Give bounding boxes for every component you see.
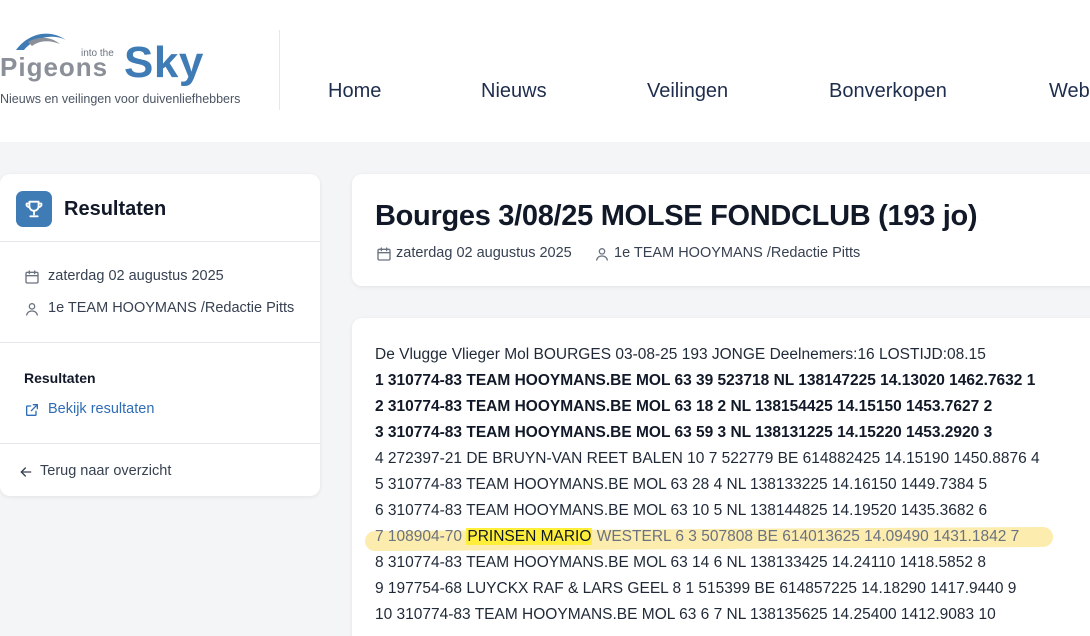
results-header-line: De Vlugge Vlieger Mol BOURGES 03-08-25 1… xyxy=(375,346,986,363)
pigeon-logo-icon xyxy=(16,33,66,50)
sidebar-results-heading: Resultaten xyxy=(24,370,96,386)
back-to-overview-text: Terug naar overzicht xyxy=(40,463,172,479)
trophy-badge xyxy=(16,191,52,227)
results-text: De Vlugge Vlieger Mol BOURGES 03-08-25 1… xyxy=(375,345,1090,631)
external-link-icon xyxy=(26,404,38,416)
result-row-7-highlighted: 7 108904-70 PRINSEN MARIO WESTERL 6 3 50… xyxy=(375,527,1090,553)
result-row-3: 3 310774-83 TEAM HOOYMANS.BE MOL 63 59 3… xyxy=(375,424,993,441)
result-row-8: 8 310774-83 TEAM HOOYMANS.BE MOL 63 14 6… xyxy=(375,554,986,571)
sidebar-card: Resultaten zaterdag 02 augustus 2025 1e … xyxy=(0,174,320,496)
highlighted-name: PRINSEN MARIO xyxy=(466,528,593,545)
trophy-icon xyxy=(25,200,43,218)
article-date-text: zaterdag 02 augustus 2025 xyxy=(396,245,572,261)
result-row-9: 9 197754-68 LUYCKX RAF & LARS GEEL 8 1 5… xyxy=(375,580,1017,597)
sidebar-title: Resultaten xyxy=(64,198,167,220)
calendar-icon xyxy=(25,270,39,284)
sidebar-header: Resultaten xyxy=(0,174,320,242)
sidebar-results-section: Resultaten Bekijk resultaten xyxy=(0,343,320,444)
sidebar-date-text: zaterdag 02 augustus 2025 xyxy=(48,268,224,284)
sidebar-meta: zaterdag 02 augustus 2025 1e TEAM HOOYMA… xyxy=(0,242,320,343)
result-row-7-prefix: 7 108904-70 xyxy=(375,528,463,545)
nav-item-nieuws[interactable]: Nieuws xyxy=(481,80,547,103)
logo-word-into-the: into the xyxy=(81,48,114,59)
page-title: Bourges 3/08/25 MOLSE FONDCLUB (193 jo) xyxy=(375,200,978,232)
result-row-10: 10 310774-83 TEAM HOOYMANS.BE MOL 63 6 7… xyxy=(375,606,996,623)
site-header: Pigeons into the Sky Nieuws en veilingen… xyxy=(0,0,1090,142)
results-card: De Vlugge Vlieger Mol BOURGES 03-08-25 1… xyxy=(352,318,1090,636)
arrow-left-icon xyxy=(20,467,32,477)
calendar-icon xyxy=(377,247,391,261)
nav-item-veilingen[interactable]: Veilingen xyxy=(647,80,728,103)
result-row-7-suffix: WESTERL 6 3 507808 BE 614013625 14.09490… xyxy=(596,528,1020,545)
result-row-6: 6 310774-83 TEAM HOOYMANS.BE MOL 63 10 5… xyxy=(375,502,988,519)
user-icon xyxy=(26,303,38,316)
result-row-5: 5 310774-83 TEAM HOOYMANS.BE MOL 63 28 4… xyxy=(375,476,988,493)
nav-item-web[interactable]: Web xyxy=(1049,80,1090,103)
user-icon xyxy=(596,248,608,261)
article-author-text: 1e TEAM HOOYMANS /Redactie Pitts xyxy=(614,245,861,261)
result-row-2: 2 310774-83 TEAM HOOYMANS.BE MOL 63 18 2… xyxy=(375,398,993,415)
result-row-1: 1 310774-83 TEAM HOOYMANS.BE MOL 63 39 5… xyxy=(375,372,1036,389)
article-header-card: Bourges 3/08/25 MOLSE FONDCLUB (193 jo) … xyxy=(352,174,1090,286)
sidebar-author-text: 1e TEAM HOOYMANS /Redactie Pitts xyxy=(48,300,295,316)
result-row-4: 4 272397-21 DE BRUYN-VAN REET BALEN 10 7… xyxy=(375,450,1040,467)
view-results-link-text: Bekijk resultaten xyxy=(48,401,155,417)
main-nav: Home Nieuws Veilingen Bonverkopen Web xyxy=(0,80,1090,106)
nav-item-bonverkopen[interactable]: Bonverkopen xyxy=(829,80,947,103)
nav-item-home[interactable]: Home xyxy=(328,80,381,103)
